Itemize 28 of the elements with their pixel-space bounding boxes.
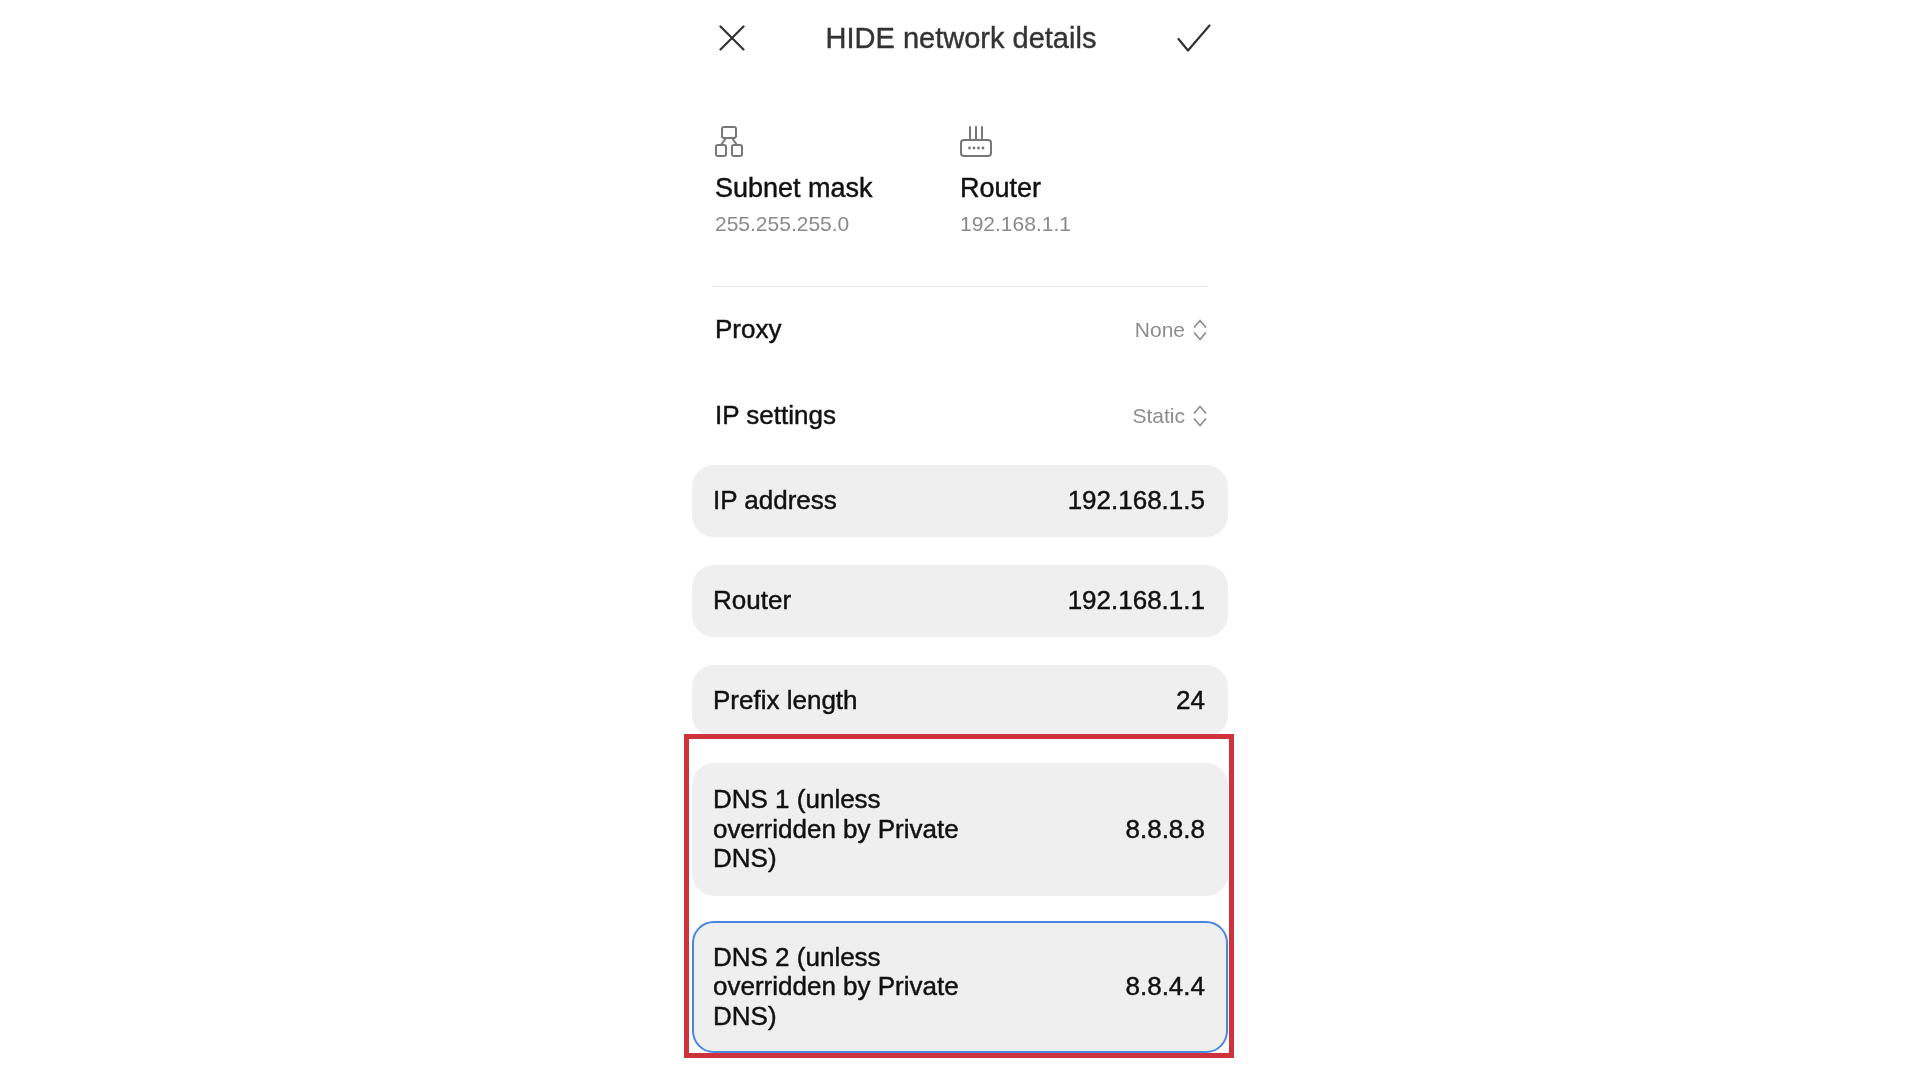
input-field[interactable]: Router 192.168.1.1 [692,565,1228,637]
input-field[interactable]: DNS 1 (unless overridden by Private DNS) 8.8.8.8 [692,763,1228,896]
field-label: Router [713,586,792,616]
field-label: DNS 1 (unless overridden by Private DNS) [713,785,960,874]
field-label: DNS 2 (unless overridden by Private DNS) [713,942,960,1031]
input-field[interactable]: DNS 2 (unless overridden by Private DNS) 8.8.4.4 [692,920,1228,1053]
window-title: HIDE network details [824,20,1098,56]
field-label: IP address [713,486,837,516]
info-value: 255.255.255.0 [715,211,851,237]
field-value: 8.8.8.8 [1125,814,1205,844]
input-field[interactable]: IP address 192.168.1.5 [692,465,1228,537]
input-field[interactable]: Prefix length 24 [692,665,1228,737]
field-value: 192.168.1.5 [1067,486,1205,516]
info-label: Subnet mask [715,172,874,205]
setting-label: IP settings [715,400,836,432]
chevron-up-down-icon [1193,318,1207,342]
check-icon[interactable] [1177,24,1211,52]
field-value: 8.8.4.4 [1125,972,1205,1002]
field-value: 24 [1176,686,1205,716]
network-diagram-icon [715,126,743,157]
info-label: Router [960,172,1043,205]
close-icon[interactable] [719,25,745,51]
field-label: Prefix length [713,686,858,716]
setting-label: Proxy [715,314,782,346]
field-value: 192.168.1.1 [1067,586,1205,616]
router-icon [960,126,992,157]
chevron-up-down-icon [1193,404,1207,428]
info-value: 192.168.1.1 [960,211,1071,237]
